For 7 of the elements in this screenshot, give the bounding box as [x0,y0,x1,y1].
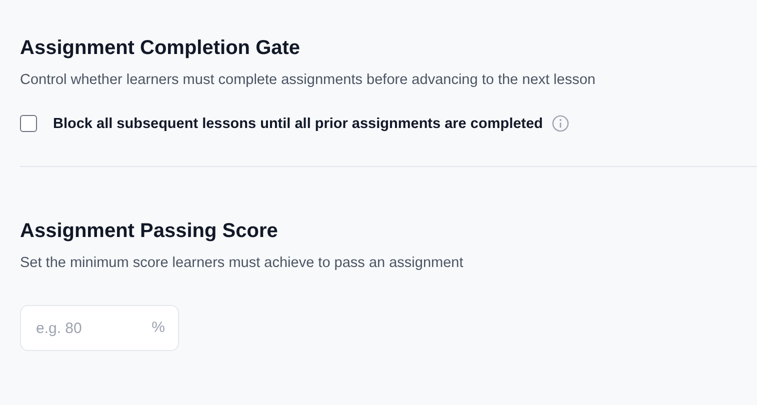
checkbox-label: Block all subsequent lessons until all prior assignments are completed [53,116,543,132]
checkbox[interactable] [20,115,37,132]
section-title: Assignment Completion Gate [20,36,302,61]
percent-suffix: % [152,319,165,337]
section-title: Assignment Passing Score [20,219,279,244]
section-description: Set the minimum score learners must achieve to pass an assignment [20,254,464,273]
section-description: Control whether learners must complete assignments before advancing to the next lesson [20,71,596,90]
